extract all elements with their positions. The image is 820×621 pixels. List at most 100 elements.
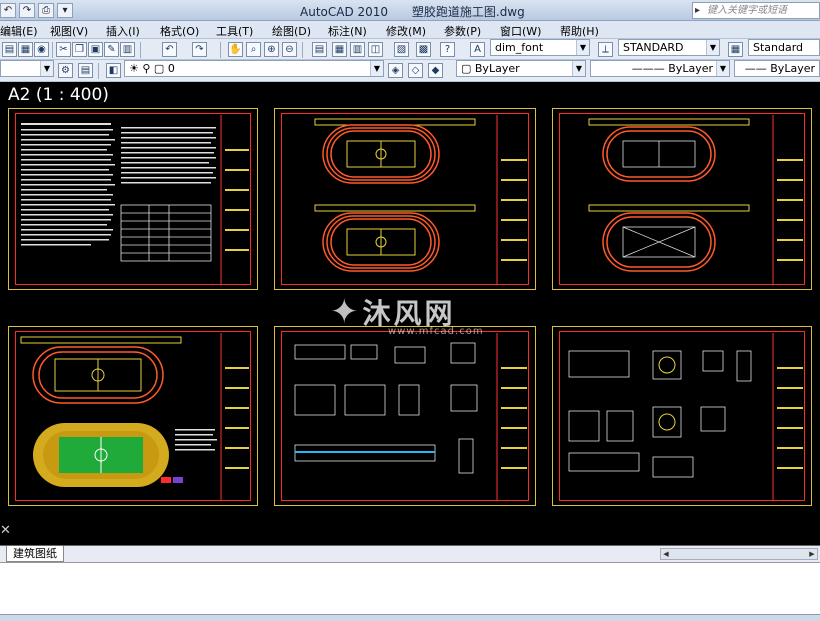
sheet-track-plans-drawing xyxy=(314,115,527,285)
separator xyxy=(302,42,303,58)
scroll-right-icon[interactable]: ▶ xyxy=(807,549,817,559)
menu-bar: 编辑(E) 视图(V) 插入(I) 格式(O) 工具(T) 绘图(D) 标注(N… xyxy=(0,21,820,39)
watermark-logo-icon: ✦ xyxy=(330,292,359,332)
menu-insert[interactable]: 插入(I) xyxy=(106,23,140,39)
cut-icon[interactable]: ✂ xyxy=(56,42,71,57)
layer-state-icons: ☀ ⚲ ▢ xyxy=(129,62,168,75)
zoom-realtime-icon[interactable]: ⌕ xyxy=(246,42,261,57)
undo-icon[interactable]: ↶ xyxy=(0,3,16,18)
workspace-select[interactable]: ▼ xyxy=(0,60,54,77)
undo-toolbar-icon[interactable]: ↶ xyxy=(162,42,177,57)
scroll-left-icon[interactable]: ◀ xyxy=(661,549,671,559)
text-style-icon[interactable]: A xyxy=(470,42,485,57)
dim-style-select[interactable]: STANDARD ▼ xyxy=(618,39,720,56)
sheet-set-icon[interactable]: ◫ xyxy=(368,42,383,57)
title-bar: ↶ ↷ ⎙ ▾ AutoCAD 2010 塑胶跑道施工图.dwg ▸ 键入关键字… xyxy=(0,0,820,21)
scale-label: A2 (1 : 400) xyxy=(8,85,109,105)
print-icon[interactable]: ⎙ xyxy=(38,3,54,18)
markup-icon[interactable]: ▧ xyxy=(394,42,409,57)
sheet-node-details-drawing xyxy=(568,333,803,501)
paste-icon[interactable]: ▣ xyxy=(88,42,103,57)
help-search-input[interactable]: ▸ 键入关键字或短语 xyxy=(692,2,820,19)
search-arrow-icon: ▸ xyxy=(695,5,701,16)
help-icon[interactable]: ? xyxy=(440,42,455,57)
file-title: 塑胶跑道施工图.dwg xyxy=(411,5,525,19)
menu-draw[interactable]: 绘图(D) xyxy=(272,23,311,39)
dim-style-icon[interactable]: ⟂ xyxy=(598,42,613,57)
dim-style-value: STANDARD xyxy=(623,41,684,54)
text-style-select[interactable]: dim_font ▼ xyxy=(490,39,590,56)
tool-palettes-icon[interactable]: ▥ xyxy=(350,42,365,57)
sheet-construction-details[interactable] xyxy=(274,326,536,506)
separator xyxy=(98,63,99,79)
save-icon[interactable]: ▦ xyxy=(18,42,33,57)
text-style-value: dim_font xyxy=(495,41,544,54)
menu-modify[interactable]: 修改(M) xyxy=(386,23,426,39)
layout-tab-strip: 建筑图纸 ◀ ▶ xyxy=(0,545,820,562)
sheet-track-rendering-drawing xyxy=(20,333,249,501)
menu-dimension[interactable]: 标注(N) xyxy=(328,23,367,39)
menu-view[interactable]: 视图(V) xyxy=(50,23,88,39)
make-layer-current-icon[interactable]: ◈ xyxy=(388,63,403,78)
chevron-down-icon: ▼ xyxy=(572,61,585,76)
search-placeholder: 键入关键字或短语 xyxy=(707,5,787,16)
standard-toolbar: ▤ ▦ ◉ ✂ ❐ ▣ ✎ ▥ ↶ ↷ ✋ ⌕ ⊕ ⊖ ▤ ▦ ▥ ◫ ▧ ▩ … xyxy=(0,39,820,60)
table-style-select[interactable]: Standard xyxy=(748,39,820,56)
sheet-design-notes[interactable] xyxy=(8,108,258,290)
menu-parametric[interactable]: 参数(P) xyxy=(444,23,481,39)
layer-value: 0 xyxy=(167,62,175,75)
drawing-canvas[interactable]: A2 (1 : 400) ✦ 沐风网 www.mfcad.com ✕ xyxy=(0,82,820,545)
qa-dropdown-icon[interactable]: ▾ xyxy=(57,3,73,18)
redo-toolbar-icon[interactable]: ↷ xyxy=(192,42,207,57)
layer-manager-icon[interactable]: ◧ xyxy=(106,63,121,78)
chevron-down-icon: ▼ xyxy=(716,61,729,76)
sheet-track-layout[interactable] xyxy=(552,108,812,290)
properties-icon[interactable]: ▤ xyxy=(312,42,327,57)
layer-select[interactable]: ☀ ⚲ ▢ 0 ▼ xyxy=(124,60,384,77)
color-swatch-icon: ▢ xyxy=(461,62,475,75)
menu-window[interactable]: 窗口(W) xyxy=(500,23,541,39)
sheet-track-plans[interactable] xyxy=(274,108,536,290)
layer-properties-icon[interactable]: ▤ xyxy=(78,63,93,78)
calculator-icon[interactable]: ▩ xyxy=(416,42,431,57)
color-select[interactable]: ▢ ByLayer ▼ xyxy=(456,60,586,77)
sheet-node-details[interactable] xyxy=(552,326,812,506)
lineweight-select[interactable]: —— ByLayer xyxy=(734,60,820,77)
redo-icon[interactable]: ↷ xyxy=(19,3,35,18)
table-style-value: Standard xyxy=(753,41,804,54)
layers-toolbar: ▼ ⚙ ▤ ◧ ☀ ⚲ ▢ 0 ▼ ◈ ◇ ◆ ▢ ByLayer ▼ ——— … xyxy=(0,60,820,82)
window-title: AutoCAD 2010 塑胶跑道施工图.dwg xyxy=(300,3,545,20)
open-icon[interactable]: ▤ xyxy=(2,42,17,57)
menu-format[interactable]: 格式(O) xyxy=(160,23,199,39)
design-center-icon[interactable]: ▦ xyxy=(332,42,347,57)
linetype-select[interactable]: ——— ByLayer ▼ xyxy=(590,60,730,77)
separator xyxy=(140,42,141,58)
horizontal-scrollbar[interactable]: ◀ ▶ xyxy=(660,548,818,560)
block-editor-icon[interactable]: ▥ xyxy=(120,42,135,57)
sheet-track-rendering[interactable] xyxy=(8,326,258,506)
workspace-settings-icon[interactable]: ⚙ xyxy=(58,63,73,78)
close-icon[interactable]: ✕ xyxy=(0,523,11,538)
table-style-icon[interactable]: ▦ xyxy=(728,42,743,57)
zoom-window-icon[interactable]: ⊕ xyxy=(264,42,279,57)
tab-architectural-drawings[interactable]: 建筑图纸 xyxy=(6,546,64,562)
zoom-previous-icon[interactable]: ⊖ xyxy=(282,42,297,57)
publish-icon[interactable]: ◉ xyxy=(34,42,49,57)
copy-icon[interactable]: ❐ xyxy=(72,42,87,57)
chevron-down-icon: ▼ xyxy=(370,61,383,76)
layer-iso-icon[interactable]: ◆ xyxy=(428,63,443,78)
pan-icon[interactable]: ✋ xyxy=(228,42,243,57)
menu-edit[interactable]: 编辑(E) xyxy=(0,23,38,39)
sheet-track-layout-drawing xyxy=(588,115,803,285)
menu-help[interactable]: 帮助(H) xyxy=(560,23,599,39)
command-line-area[interactable] xyxy=(0,562,820,614)
sheet-construction-details-drawing xyxy=(294,333,527,501)
sheet-notes-drawing xyxy=(21,115,249,285)
menu-tools[interactable]: 工具(T) xyxy=(216,23,253,39)
status-bar xyxy=(0,614,820,621)
layer-previous-icon[interactable]: ◇ xyxy=(408,63,423,78)
match-properties-icon[interactable]: ✎ xyxy=(104,42,119,57)
lineweight-value: ByLayer xyxy=(770,62,815,75)
quick-access-toolbar: ↶ ↷ ⎙ ▾ xyxy=(0,2,73,19)
watermark: ✦ 沐风网 www.mfcad.com xyxy=(330,292,483,337)
